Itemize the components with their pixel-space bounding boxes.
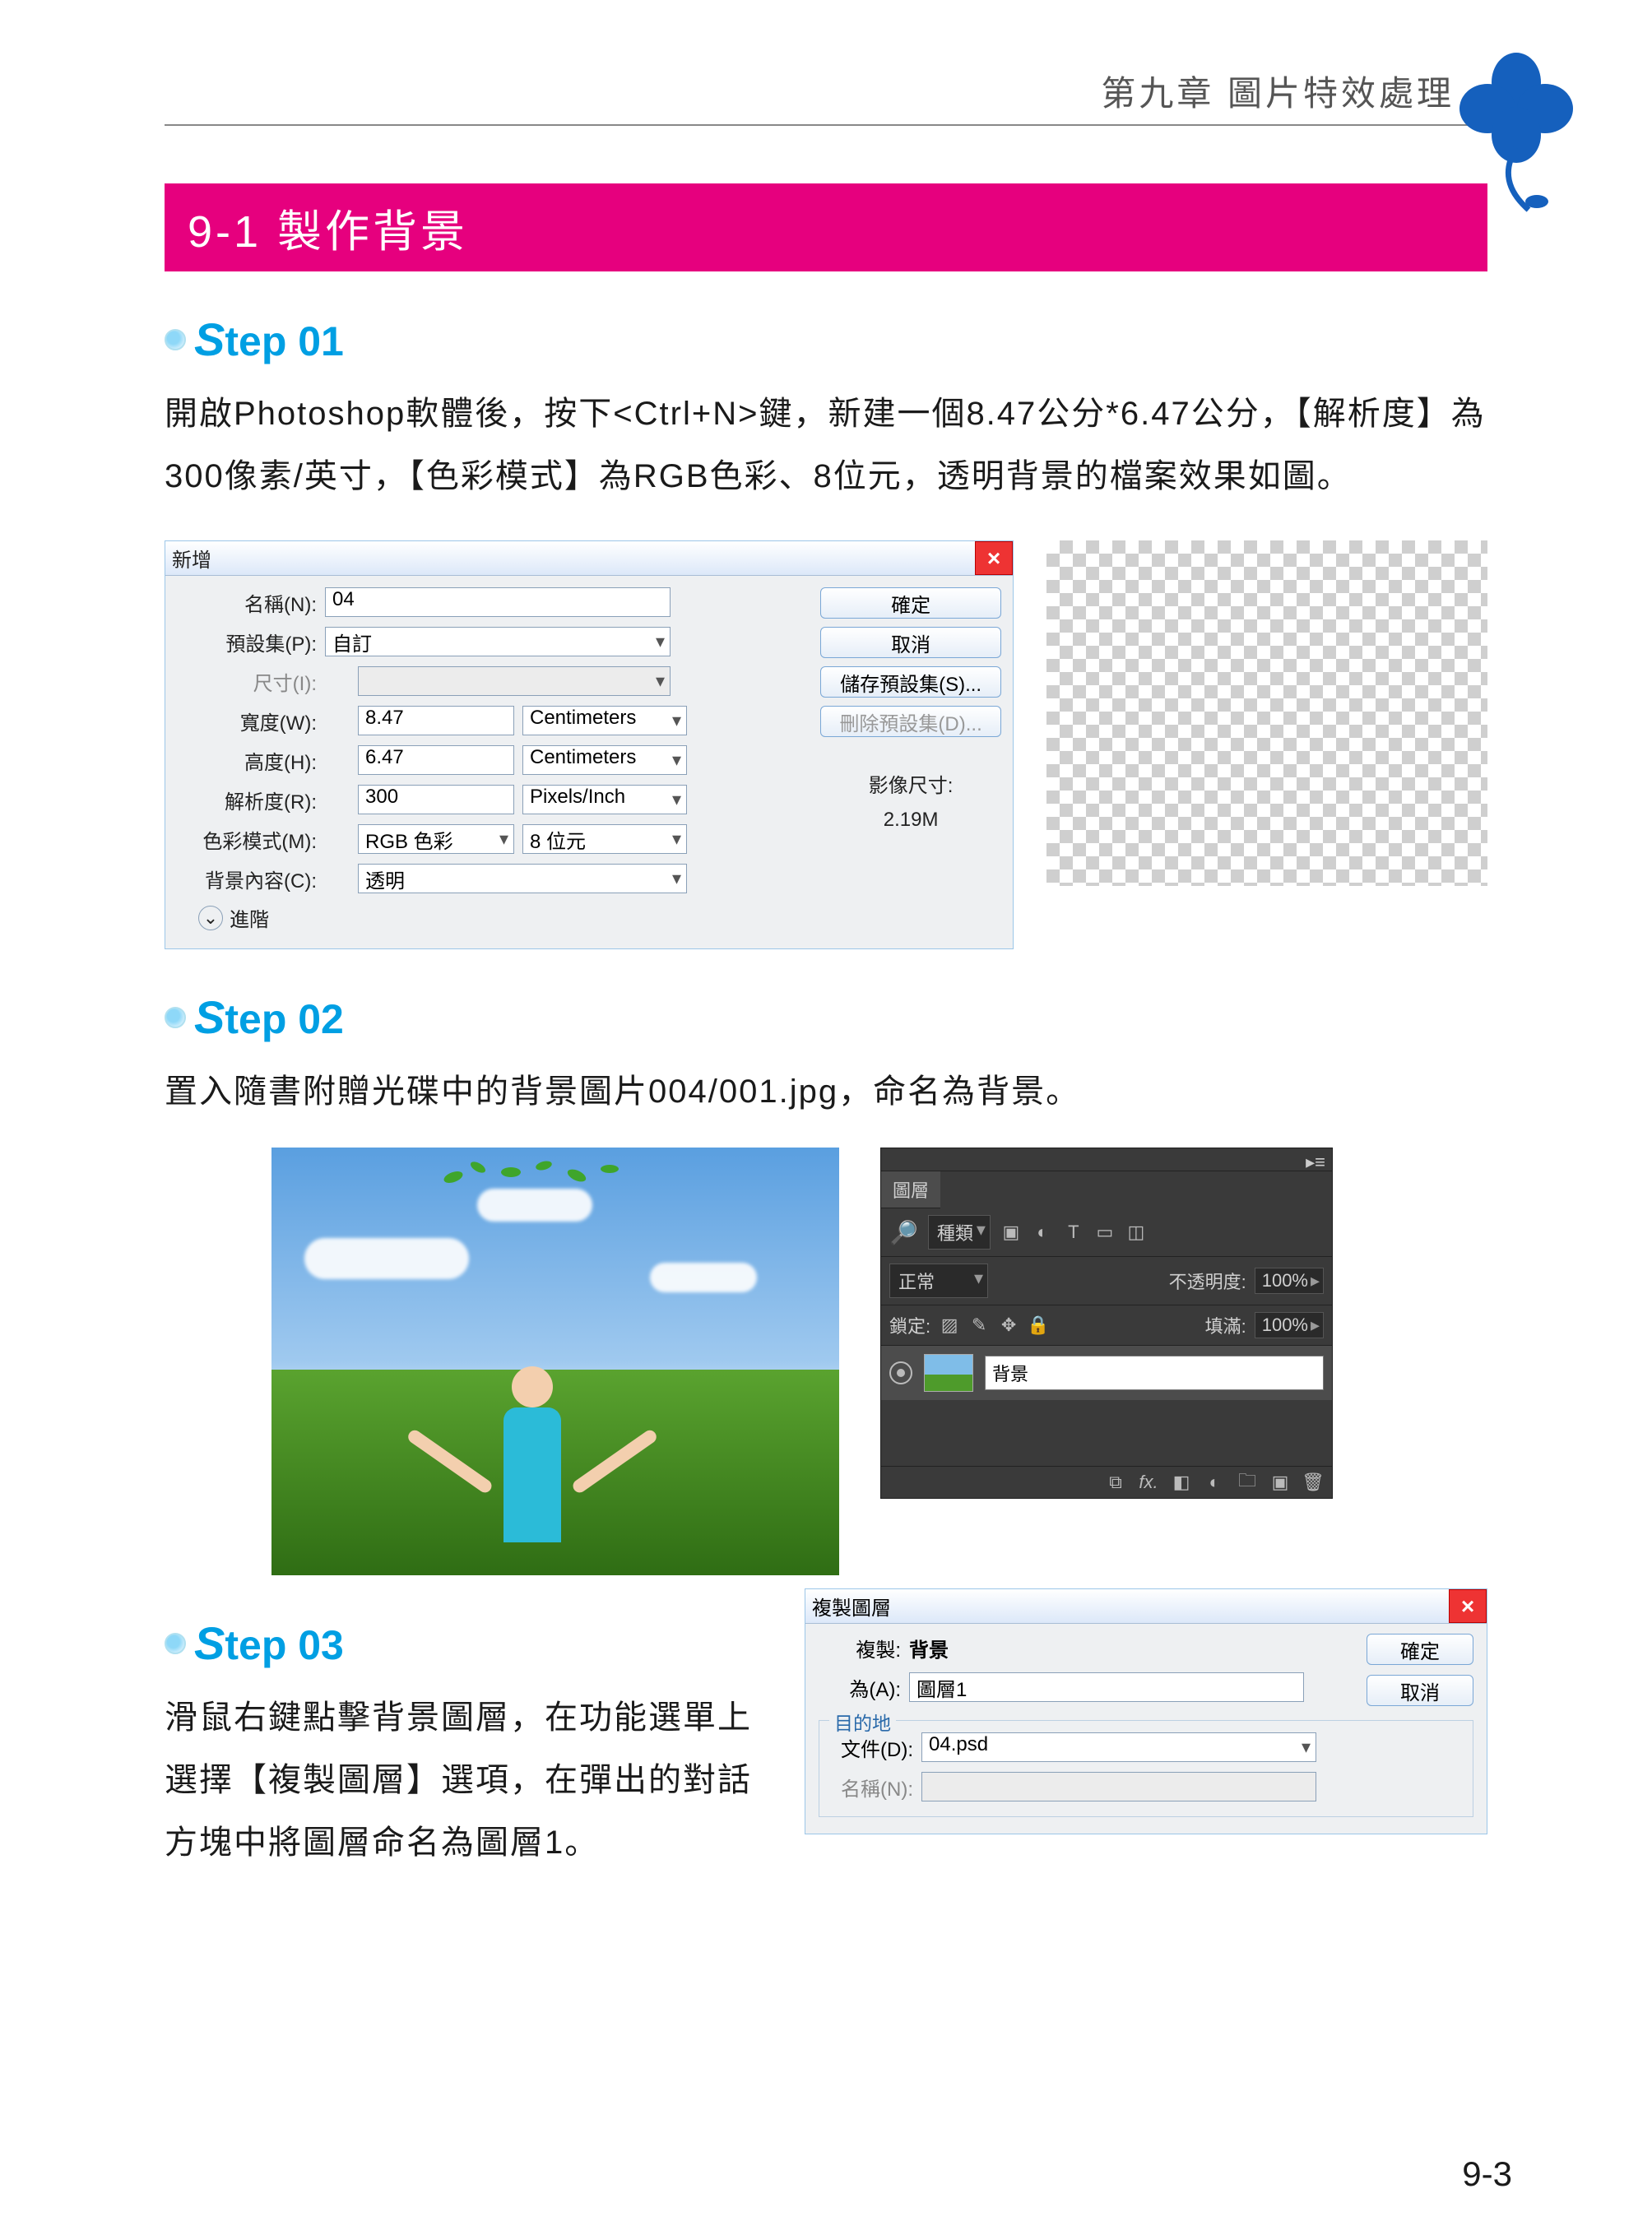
clover-icon	[1446, 49, 1586, 214]
document-select[interactable]: 04.psd	[921, 1732, 1316, 1762]
search-icon[interactable]: 🔎	[889, 1219, 918, 1246]
step01-paragraph: 開啟Photoshop軟體後，按下<Ctrl+N>鍵，新建一個8.47公分*6.…	[165, 383, 1487, 508]
width-label: 寬度(W):	[177, 707, 325, 735]
colorbits-select[interactable]: 8 位元	[522, 824, 687, 854]
transparent-canvas-preview	[1046, 540, 1487, 886]
layers-tab[interactable]: 圖層	[881, 1171, 940, 1208]
filter-pixel-icon[interactable]: ▣	[1000, 1223, 1022, 1241]
cancel-button[interactable]: 取消	[1367, 1675, 1473, 1706]
size-label: 尺寸(I):	[177, 667, 325, 696]
duplicate-source: 背景	[909, 1634, 949, 1662]
bgcontent-select[interactable]: 透明	[358, 864, 687, 893]
preset-select[interactable]: 自訂	[325, 627, 671, 656]
width-unit-select[interactable]: Centimeters	[522, 706, 687, 735]
filter-smart-icon[interactable]: ◫	[1125, 1223, 1147, 1241]
layers-footer: ⧉ fx. ◧ ◐ 🗀 ▣ 🗑	[881, 1466, 1332, 1498]
duplicate-layer-dialog: 複製圖層 × 確定 取消 複製: 背景 為(A): 圖層1 目的地	[805, 1588, 1487, 1834]
section-title: 9-1 製作背景	[165, 183, 1487, 271]
document-label: 文件(D):	[831, 1733, 913, 1762]
step03-heading: Step 03	[165, 1616, 763, 1670]
name-input[interactable]: 04	[325, 587, 671, 617]
dialog-titlebar: 複製圖層 ×	[805, 1589, 1487, 1624]
colormode-select[interactable]: RGB 色彩	[358, 824, 514, 854]
as-input[interactable]: 圖層1	[909, 1672, 1304, 1702]
fill-label: 填滿:	[1205, 1312, 1246, 1338]
step03-paragraph: 滑鼠右鍵點擊背景圖層，在功能選單上選擇【複製圖層】選項，在彈出的對話方塊中將圖層…	[165, 1686, 763, 1874]
close-icon[interactable]: ×	[975, 541, 1013, 575]
colormode-label: 色彩模式(M):	[177, 825, 325, 854]
background-photo	[271, 1148, 839, 1575]
save-preset-button[interactable]: 儲存預設集(S)...	[820, 666, 1001, 698]
close-icon[interactable]: ×	[1449, 1589, 1487, 1623]
lock-pixels-icon[interactable]: ▨	[939, 1316, 960, 1334]
opacity-field[interactable]: 100%	[1255, 1268, 1324, 1294]
preset-label: 預設集(P):	[177, 628, 325, 656]
as-label: 為(A):	[819, 1673, 901, 1702]
group-icon[interactable]: 🗀	[1237, 1473, 1258, 1491]
resolution-label: 解析度(R):	[177, 786, 325, 814]
ok-button[interactable]: 確定	[820, 587, 1001, 619]
link-layers-icon[interactable]: ⧉	[1105, 1473, 1126, 1491]
lock-label: 鎖定:	[889, 1312, 930, 1338]
dialog-titlebar: 新增 ×	[165, 541, 1013, 576]
image-size-label: 影像尺寸: 2.19M	[820, 770, 1001, 837]
chapter-rule	[165, 124, 1487, 126]
advanced-toggle[interactable]: ⌄ 進階	[198, 903, 809, 932]
resolution-input[interactable]: 300	[358, 785, 514, 814]
new-file-dialog: 新增 × 名稱(N): 04 預設集(P): 自訂 尺寸(I):	[165, 540, 1014, 949]
mask-icon[interactable]: ◧	[1171, 1473, 1192, 1491]
step-marker-icon	[165, 329, 186, 350]
panel-header: ▸≡	[881, 1148, 1332, 1171]
filter-kind-select[interactable]: 種類	[928, 1215, 991, 1250]
ok-button[interactable]: 確定	[1367, 1634, 1473, 1665]
duplicate-label: 複製:	[819, 1634, 901, 1662]
dest-name-label: 名稱(N):	[831, 1773, 913, 1801]
size-select	[358, 666, 671, 696]
lock-all-icon[interactable]: 🔒	[1028, 1316, 1049, 1334]
chapter-header: 第九章 圖片特效處理	[165, 66, 1487, 116]
destination-fieldset: 目的地 文件(D): 04.psd 名稱(N):	[819, 1720, 1473, 1817]
layers-panel: ▸≡ 圖層 🔎 種類 ▣ ◐ T ▭ ◫ 正常 不透明度: 100% 鎖定: ▨…	[880, 1148, 1333, 1499]
step02-heading: Step 02	[165, 990, 1487, 1044]
step01-heading: Step 01	[165, 313, 1487, 366]
dialog-title: 複製圖層	[812, 1592, 891, 1621]
width-input[interactable]: 8.47	[358, 706, 514, 735]
dialog-title: 新增	[172, 544, 211, 573]
bgcontent-label: 背景內容(C):	[177, 865, 325, 893]
height-input[interactable]: 6.47	[358, 745, 514, 775]
new-layer-icon[interactable]: ▣	[1269, 1473, 1291, 1491]
height-unit-select[interactable]: Centimeters	[522, 745, 687, 775]
adjustment-layer-icon[interactable]: ◐	[1204, 1473, 1225, 1491]
layer-name-input[interactable]: 背景	[985, 1356, 1324, 1390]
step-marker-icon	[165, 1633, 186, 1654]
page-number: 9-3	[1462, 2154, 1512, 2194]
blend-mode-select[interactable]: 正常	[889, 1264, 988, 1298]
step02-paragraph: 置入隨書附贈光碟中的背景圖片004/001.jpg，命名為背景。	[165, 1060, 1487, 1123]
cancel-button[interactable]: 取消	[820, 627, 1001, 658]
panel-menu-icon[interactable]: ▸≡	[1299, 1148, 1332, 1171]
layer-row[interactable]: 背景	[881, 1346, 1332, 1400]
step-marker-icon	[165, 1007, 186, 1028]
name-label: 名稱(N):	[177, 588, 325, 617]
height-label: 高度(H):	[177, 746, 325, 775]
visibility-eye-icon[interactable]	[889, 1361, 912, 1384]
lock-move-icon[interactable]: ✥	[998, 1316, 1019, 1334]
fill-field[interactable]: 100%	[1255, 1312, 1324, 1338]
lock-brush-icon[interactable]: ✎	[968, 1316, 990, 1334]
opacity-label: 不透明度:	[1169, 1268, 1246, 1294]
delete-preset-button: 刪除預設集(D)...	[820, 706, 1001, 737]
chevron-down-icon: ⌄	[198, 906, 223, 930]
fx-icon[interactable]: fx.	[1138, 1473, 1159, 1491]
filter-shape-icon[interactable]: ▭	[1094, 1223, 1116, 1241]
filter-adjust-icon[interactable]: ◐	[1032, 1223, 1053, 1241]
resolution-unit-select[interactable]: Pixels/Inch	[522, 785, 687, 814]
dest-name-input	[921, 1772, 1316, 1801]
trash-icon[interactable]: 🗑	[1302, 1473, 1324, 1491]
filter-type-icon[interactable]: T	[1063, 1223, 1084, 1241]
layer-thumbnail	[924, 1354, 973, 1392]
